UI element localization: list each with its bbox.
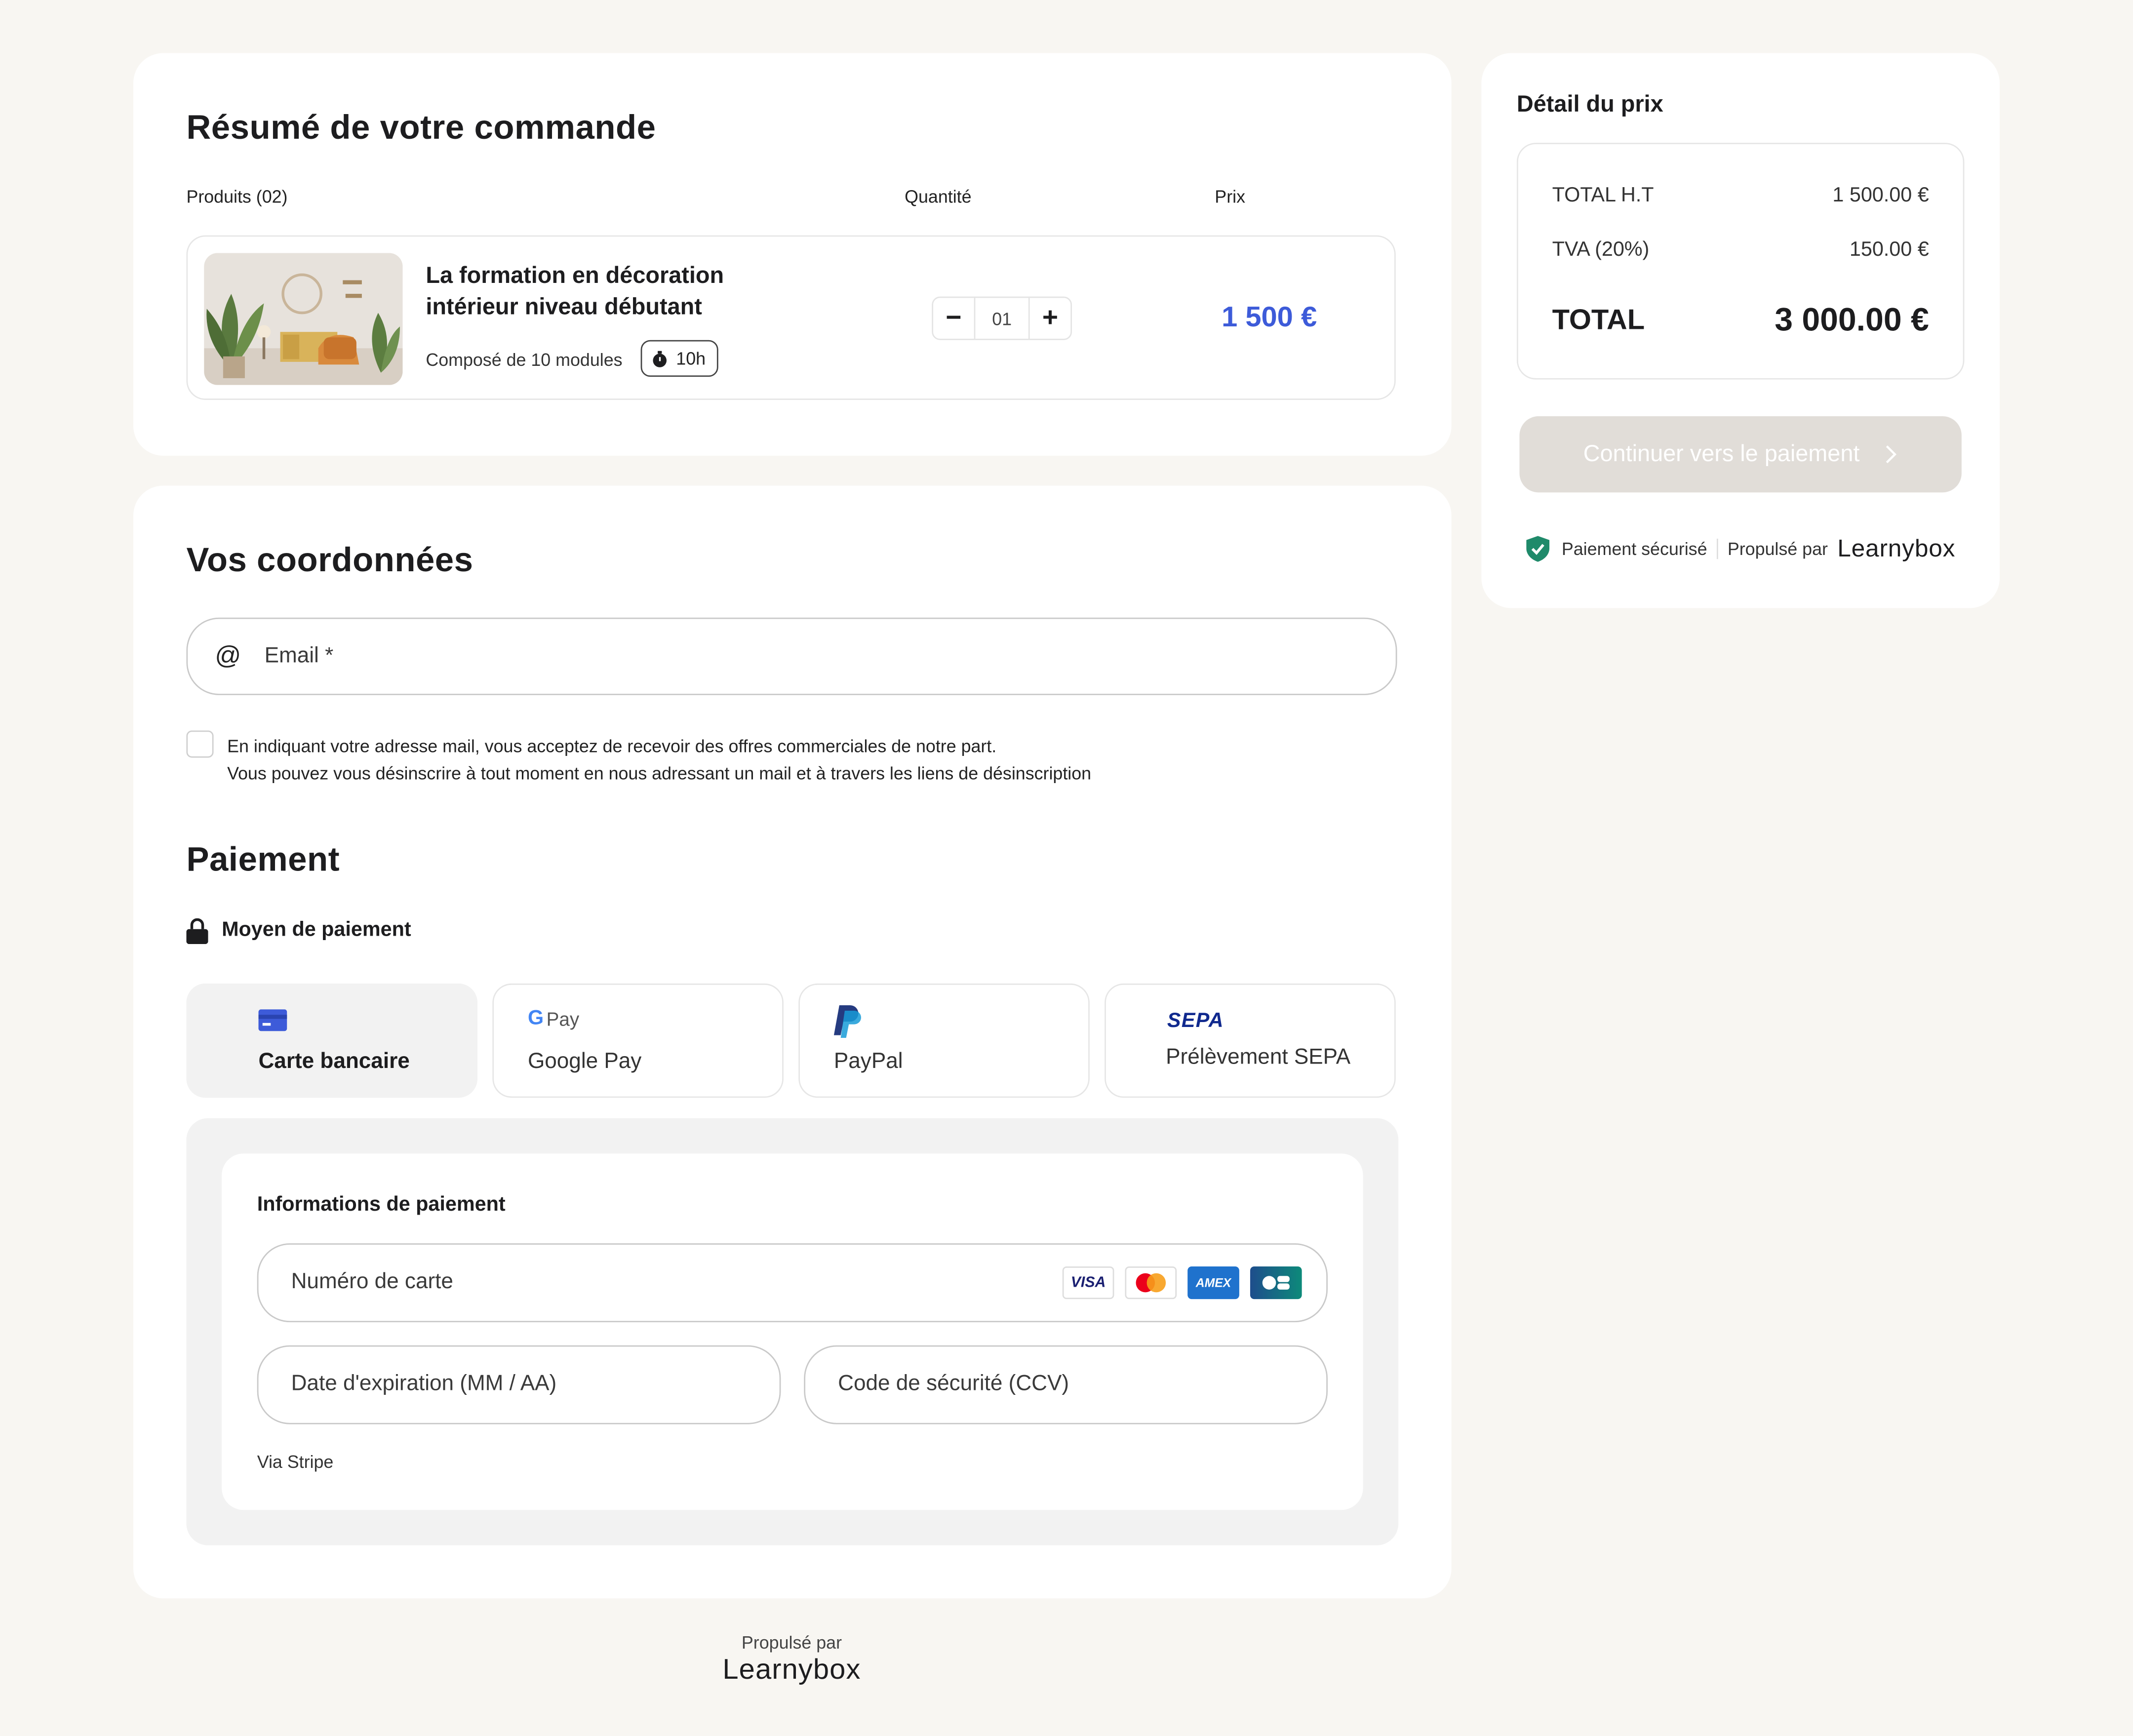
lock-icon [186,918,208,945]
google-g-icon: G [527,1006,544,1030]
subtotal-value: 1 500.00 € [1832,183,1929,207]
divider [1716,539,1718,559]
secure-payment-label: Paiement sécurisé [1561,539,1707,559]
duration-value: 10h [676,348,706,369]
powered-by-label: Propulsé par [1727,539,1828,559]
via-stripe-note: Via Stripe [257,1451,334,1472]
cb-logo [1250,1266,1302,1300]
mastercard-logo [1125,1266,1177,1300]
google-pay-logo: G Pay [528,1007,579,1030]
email-field[interactable]: @ [186,617,1397,695]
quantity-value[interactable]: 01 [974,298,1030,339]
secure-payment-footer: Paiement sécurisé Propulsé par Learnybox [1526,535,1955,563]
total-value: 3 000.00 € [1775,302,1929,339]
price-column-header: Prix [1215,186,1245,207]
price-detail-title: Détail du prix [1516,91,1663,117]
products-column-header: Produits (02) [186,186,288,207]
payment-method-google-pay-label: Google Pay [527,1050,642,1073]
security-code-input[interactable] [835,1371,1327,1399]
card-brand-logos: VISA AMEX [1052,1266,1302,1300]
payment-info-card: Informations de paiement VISA AMEX [222,1153,1363,1510]
google-pay-logo-text: Pay [546,1007,580,1029]
order-summary-card: Résumé de votre commande Produits (02) Q… [133,53,1452,456]
product-thumbnail [204,253,403,385]
payment-method-google-pay[interactable]: G Pay Google Pay [492,983,784,1098]
product-row: La formation en décoration intérieur niv… [186,235,1396,400]
consent-line-2: Vous pouvez vous désinscrire à tout mome… [227,763,1092,784]
quantity-stepper: − 01 + [932,296,1072,340]
decrease-quantity-button[interactable]: − [933,298,974,339]
product-name-line-2: intérieur niveau débutant [426,294,702,320]
price-breakdown: TOTAL H.T 1 500.00 € TVA (20%) 150.00 € … [1516,143,1965,380]
continue-to-payment-label: Continuer vers le paiement [1583,440,1860,467]
marketing-consent-text: En indiquant votre adresse mail, vous ac… [227,733,1091,788]
payment-method-heading: Moyen de paiement [222,918,411,942]
shield-check-icon [1526,536,1550,562]
card-number-input[interactable] [288,1269,1052,1297]
payment-method-sepa[interactable]: SEPA Prélèvement SEPA [1105,983,1396,1098]
expiry-date-field[interactable] [257,1345,781,1424]
footer-learnybox-logo[interactable]: Learnybox [656,1654,928,1687]
stopwatch-icon [653,350,667,367]
total-label: TOTAL [1552,305,1645,336]
payment-info-title: Informations de paiement [257,1193,506,1217]
payment-method-card[interactable]: Carte bancaire [186,983,478,1098]
page-footer: Propulsé par Learnybox [656,1632,928,1687]
marketing-consent-checkbox[interactable] [186,730,214,758]
paypal-icon [833,1005,861,1038]
checkout-page: Résumé de votre commande Produits (02) Q… [0,0,2133,1736]
order-summary-title: Résumé de votre commande [186,109,656,147]
subtotal-label: TOTAL H.T [1552,183,1654,207]
vat-label: TVA (20%) [1552,238,1650,261]
contact-title: Vos coordonnées [186,541,474,580]
payment-method-card-label: Carte bancaire [258,1050,410,1073]
product-price: 1 500 € [1222,302,1317,333]
chevron-right-icon [1886,445,1897,464]
increase-quantity-button[interactable]: + [1030,298,1071,339]
expiry-date-input[interactable] [288,1371,780,1399]
price-detail-card: Détail du prix TOTAL H.T 1 500.00 € TVA … [1481,53,2000,608]
security-code-field[interactable] [804,1345,1328,1424]
product-name-line-1: La formation en décoration [426,262,724,289]
credit-card-icon [258,1009,287,1031]
product-modules: Composé de 10 modules [426,350,623,370]
footer-powered-by: Propulsé par [741,1632,842,1653]
card-number-field[interactable]: VISA AMEX [257,1243,1328,1322]
quantity-column-header: Quantité [905,186,972,207]
consent-line-1: En indiquant votre adresse mail, vous ac… [227,736,997,756]
learnybox-logo[interactable]: Learnybox [1837,535,1955,563]
vat-value: 150.00 € [1849,238,1929,261]
email-input[interactable] [262,642,1396,670]
duration-badge: 10h [640,340,718,377]
amex-logo: AMEX [1187,1266,1239,1300]
sepa-logo: SEPA [1167,1009,1224,1033]
payment-info-panel: Informations de paiement VISA AMEX [186,1118,1399,1545]
visa-logo: VISA [1062,1266,1114,1300]
product-name: La formation en décoration intérieur niv… [426,260,724,322]
payment-method-paypal-label: PayPal [833,1050,903,1073]
continue-to-payment-button[interactable]: Continuer vers le paiement [1519,416,1962,493]
at-sign-icon: @ [215,641,241,670]
payment-method-paypal[interactable]: PayPal [798,983,1090,1098]
payment-title: Paiement [186,840,340,879]
payment-method-sepa-label: Prélèvement SEPA [1166,1046,1351,1069]
